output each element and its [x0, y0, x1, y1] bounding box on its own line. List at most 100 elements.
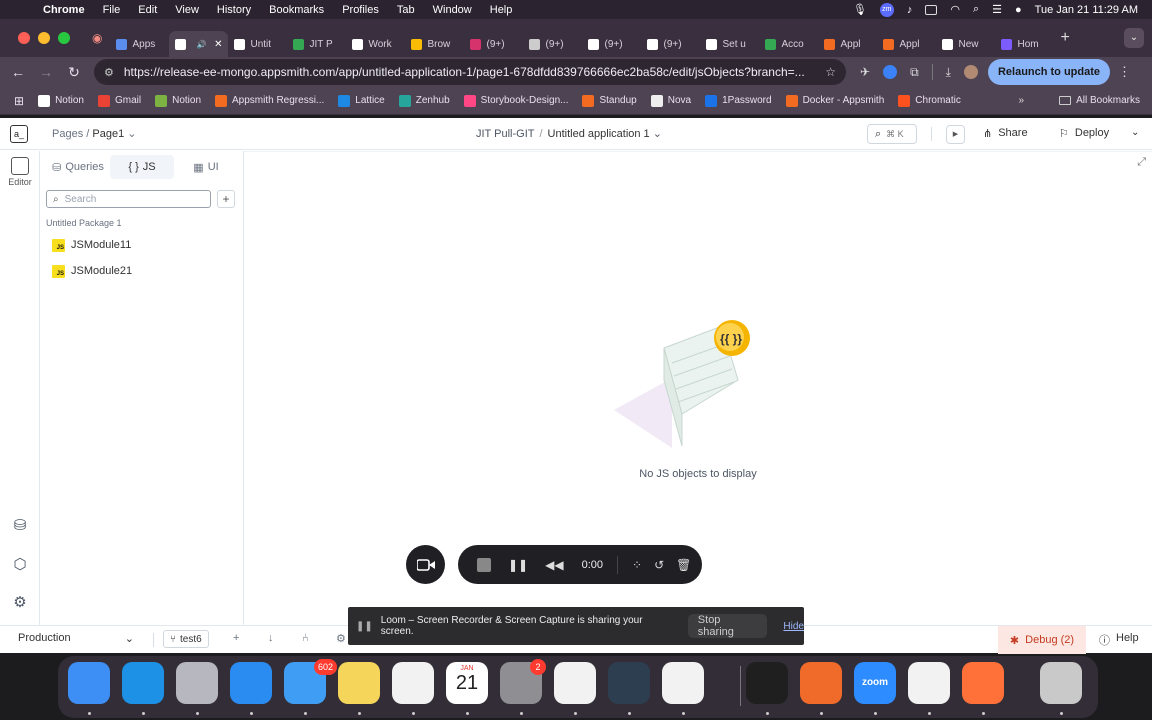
git-settings-icon[interactable]: ⚙ — [336, 632, 346, 645]
menu-view[interactable]: View — [175, 4, 199, 16]
1password-icon[interactable] — [883, 65, 898, 79]
minimize-window-button[interactable] — [38, 32, 50, 44]
control-center-icon[interactable]: ☰ — [992, 3, 1002, 16]
browser-tab[interactable]: JIT P — [287, 31, 346, 57]
settings-gear-icon[interactable]: ⚙ — [11, 594, 29, 612]
environment-select[interactable]: Production ⌄ — [18, 632, 134, 645]
git-merge-icon[interactable]: ⑃ — [302, 632, 309, 644]
address-bar[interactable]: ⚙ https://release-ee-mongo.appsmith.com/… — [94, 59, 846, 85]
bookmark-item[interactable]: Lattice — [338, 94, 385, 107]
bookmark-item[interactable]: Storybook-Design... — [463, 94, 568, 107]
dock-app-calendar-icon[interactable]: JAN 21 — [446, 662, 488, 704]
dock-app-notes-icon[interactable] — [338, 662, 380, 704]
zoom-window-button[interactable] — [58, 32, 70, 44]
bookmark-item[interactable]: Zenhub — [398, 94, 450, 107]
drawing-grid-icon[interactable]: ⁘ — [632, 558, 642, 572]
browser-tab[interactable]: Hom — [995, 31, 1054, 57]
bookmark-item[interactable]: Notion — [155, 94, 201, 107]
deploy-options-icon[interactable]: ⌄ — [1131, 127, 1139, 138]
browser-tab[interactable]: Untit — [228, 31, 287, 57]
dock-app-firefox-icon[interactable] — [962, 662, 1004, 704]
browser-tab[interactable]: (9+) — [582, 31, 641, 57]
rewind-icon[interactable]: ◀◀ — [545, 558, 563, 572]
dock-app-freeform-icon[interactable] — [392, 662, 434, 704]
bookmark-item[interactable]: Nova — [650, 94, 691, 107]
browser-tab[interactable]: Work — [346, 31, 405, 57]
bookmark-star-icon[interactable]: ☆ — [825, 65, 836, 79]
dock-app-zoom-icon[interactable]: zoom — [854, 662, 896, 704]
datasources-icon[interactable]: ⛁ — [11, 517, 29, 535]
dock-app-pen-icon[interactable] — [800, 662, 842, 704]
app-title[interactable]: JIT Pull-GIT / Untitled application 1 ⌄ — [476, 127, 662, 140]
preview-play-button[interactable]: ▶ — [946, 125, 965, 144]
packages-icon[interactable]: ⬡ — [11, 556, 29, 574]
add-js-object-button[interactable]: + — [217, 190, 235, 208]
tab-search-icon[interactable]: ⌄ — [1124, 28, 1144, 48]
more-menu-icon[interactable]: ⋮ — [1118, 64, 1131, 80]
stop-recording-button[interactable] — [477, 557, 491, 572]
browser-tab[interactable]: New — [936, 31, 995, 57]
hide-banner-link[interactable]: Hide — [783, 621, 804, 632]
deploy-button[interactable]: ⚐ Deploy — [1059, 127, 1109, 140]
bookmark-item[interactable]: 1Password — [705, 94, 772, 107]
rail-editor[interactable]: Editor — [0, 157, 40, 187]
siri-icon[interactable]: ● — [1015, 4, 1022, 16]
close-window-button[interactable] — [18, 32, 30, 44]
trash-icon[interactable]: 🗑 — [676, 558, 691, 572]
loom-camera-button[interactable] — [406, 545, 445, 584]
dock-app-trash-icon[interactable] — [1040, 662, 1082, 704]
menu-file[interactable]: File — [103, 4, 121, 16]
audio-icon[interactable]: 🔊 — [196, 40, 206, 49]
dock-app-finder-icon[interactable] — [68, 662, 110, 704]
more-bookmarks-icon[interactable]: » — [1018, 95, 1024, 106]
bookmark-item[interactable]: Appsmith Regressi... — [215, 94, 324, 107]
spotlight-icon[interactable]: ⌕ — [973, 3, 979, 16]
new-tab-icon[interactable]: + — [1060, 29, 1069, 47]
page-breadcrumb[interactable]: Pages / Page1 ⌄ — [52, 127, 136, 140]
bookmark-item[interactable]: Notion — [38, 94, 84, 107]
bookmark-item[interactable]: Gmail — [97, 94, 141, 107]
dock-app-safari-icon[interactable] — [230, 662, 272, 704]
search-input[interactable]: ⌕ Search — [46, 190, 211, 208]
forward-icon[interactable]: → — [32, 64, 60, 80]
dock-app-docker-icon[interactable] — [122, 662, 164, 704]
dock-app-vs-code-icon[interactable] — [908, 662, 950, 704]
tab-js[interactable]: { } JS — [110, 155, 174, 179]
apps-grid-icon[interactable]: ⊞ — [14, 94, 24, 108]
dock-app-quicktime-icon[interactable] — [608, 662, 650, 704]
restart-icon[interactable]: ↺ — [654, 558, 664, 572]
zoom-status-icon[interactable]: zm — [879, 2, 894, 17]
browser-tab[interactable]: Acco — [759, 31, 818, 57]
dock-app-terminal-icon[interactable] — [746, 662, 788, 704]
appsmith-logo[interactable]: a_ — [10, 125, 28, 143]
browser-tab[interactable]: Set u — [700, 31, 759, 57]
help-button[interactable]: ⓘ Help — [1099, 632, 1139, 648]
browser-tab[interactable]: (9+) — [464, 31, 523, 57]
share-button[interactable]: ⋔ Share — [983, 127, 1028, 140]
dock-app-launchpad-icon[interactable] — [176, 662, 218, 704]
git-commit-icon[interactable]: + — [233, 632, 239, 644]
omnibar-search-button[interactable]: ⌕ ⌘ K — [867, 124, 917, 144]
browser-tab[interactable]: (9+) — [641, 31, 700, 57]
back-icon[interactable]: ← — [4, 64, 32, 80]
reload-icon[interactable]: ↻ — [60, 64, 88, 81]
git-branch-button[interactable]: ⑂ test6 — [163, 630, 209, 648]
bookmark-item[interactable]: Standup — [582, 94, 637, 107]
browser-tab[interactable]: (9+) — [523, 31, 582, 57]
wifi-icon[interactable]: ◠ — [950, 3, 960, 16]
bookmark-item[interactable]: Chromatic — [898, 94, 961, 107]
menu-app-name[interactable]: Chrome — [43, 4, 85, 16]
maximize-icon[interactable]: ⤢ — [1137, 156, 1146, 169]
menu-help[interactable]: Help — [490, 4, 513, 16]
menu-window[interactable]: Window — [433, 4, 472, 16]
dock-app-chrome-icon[interactable] — [554, 662, 596, 704]
browser-tab[interactable]: Appl — [818, 31, 877, 57]
tab-queries[interactable]: ⛁ Queries — [46, 155, 110, 179]
browser-tab[interactable]: Apps — [110, 31, 169, 57]
relaunch-button[interactable]: Relaunch to update — [987, 59, 1111, 85]
menu-tab[interactable]: Tab — [397, 4, 415, 16]
sound-icon[interactable]: ♪ — [907, 4, 913, 16]
bookmark-item[interactable]: Docker - Appsmith — [785, 94, 884, 107]
list-item[interactable]: JS JSModule11 — [52, 236, 131, 254]
menu-profiles[interactable]: Profiles — [342, 4, 379, 16]
